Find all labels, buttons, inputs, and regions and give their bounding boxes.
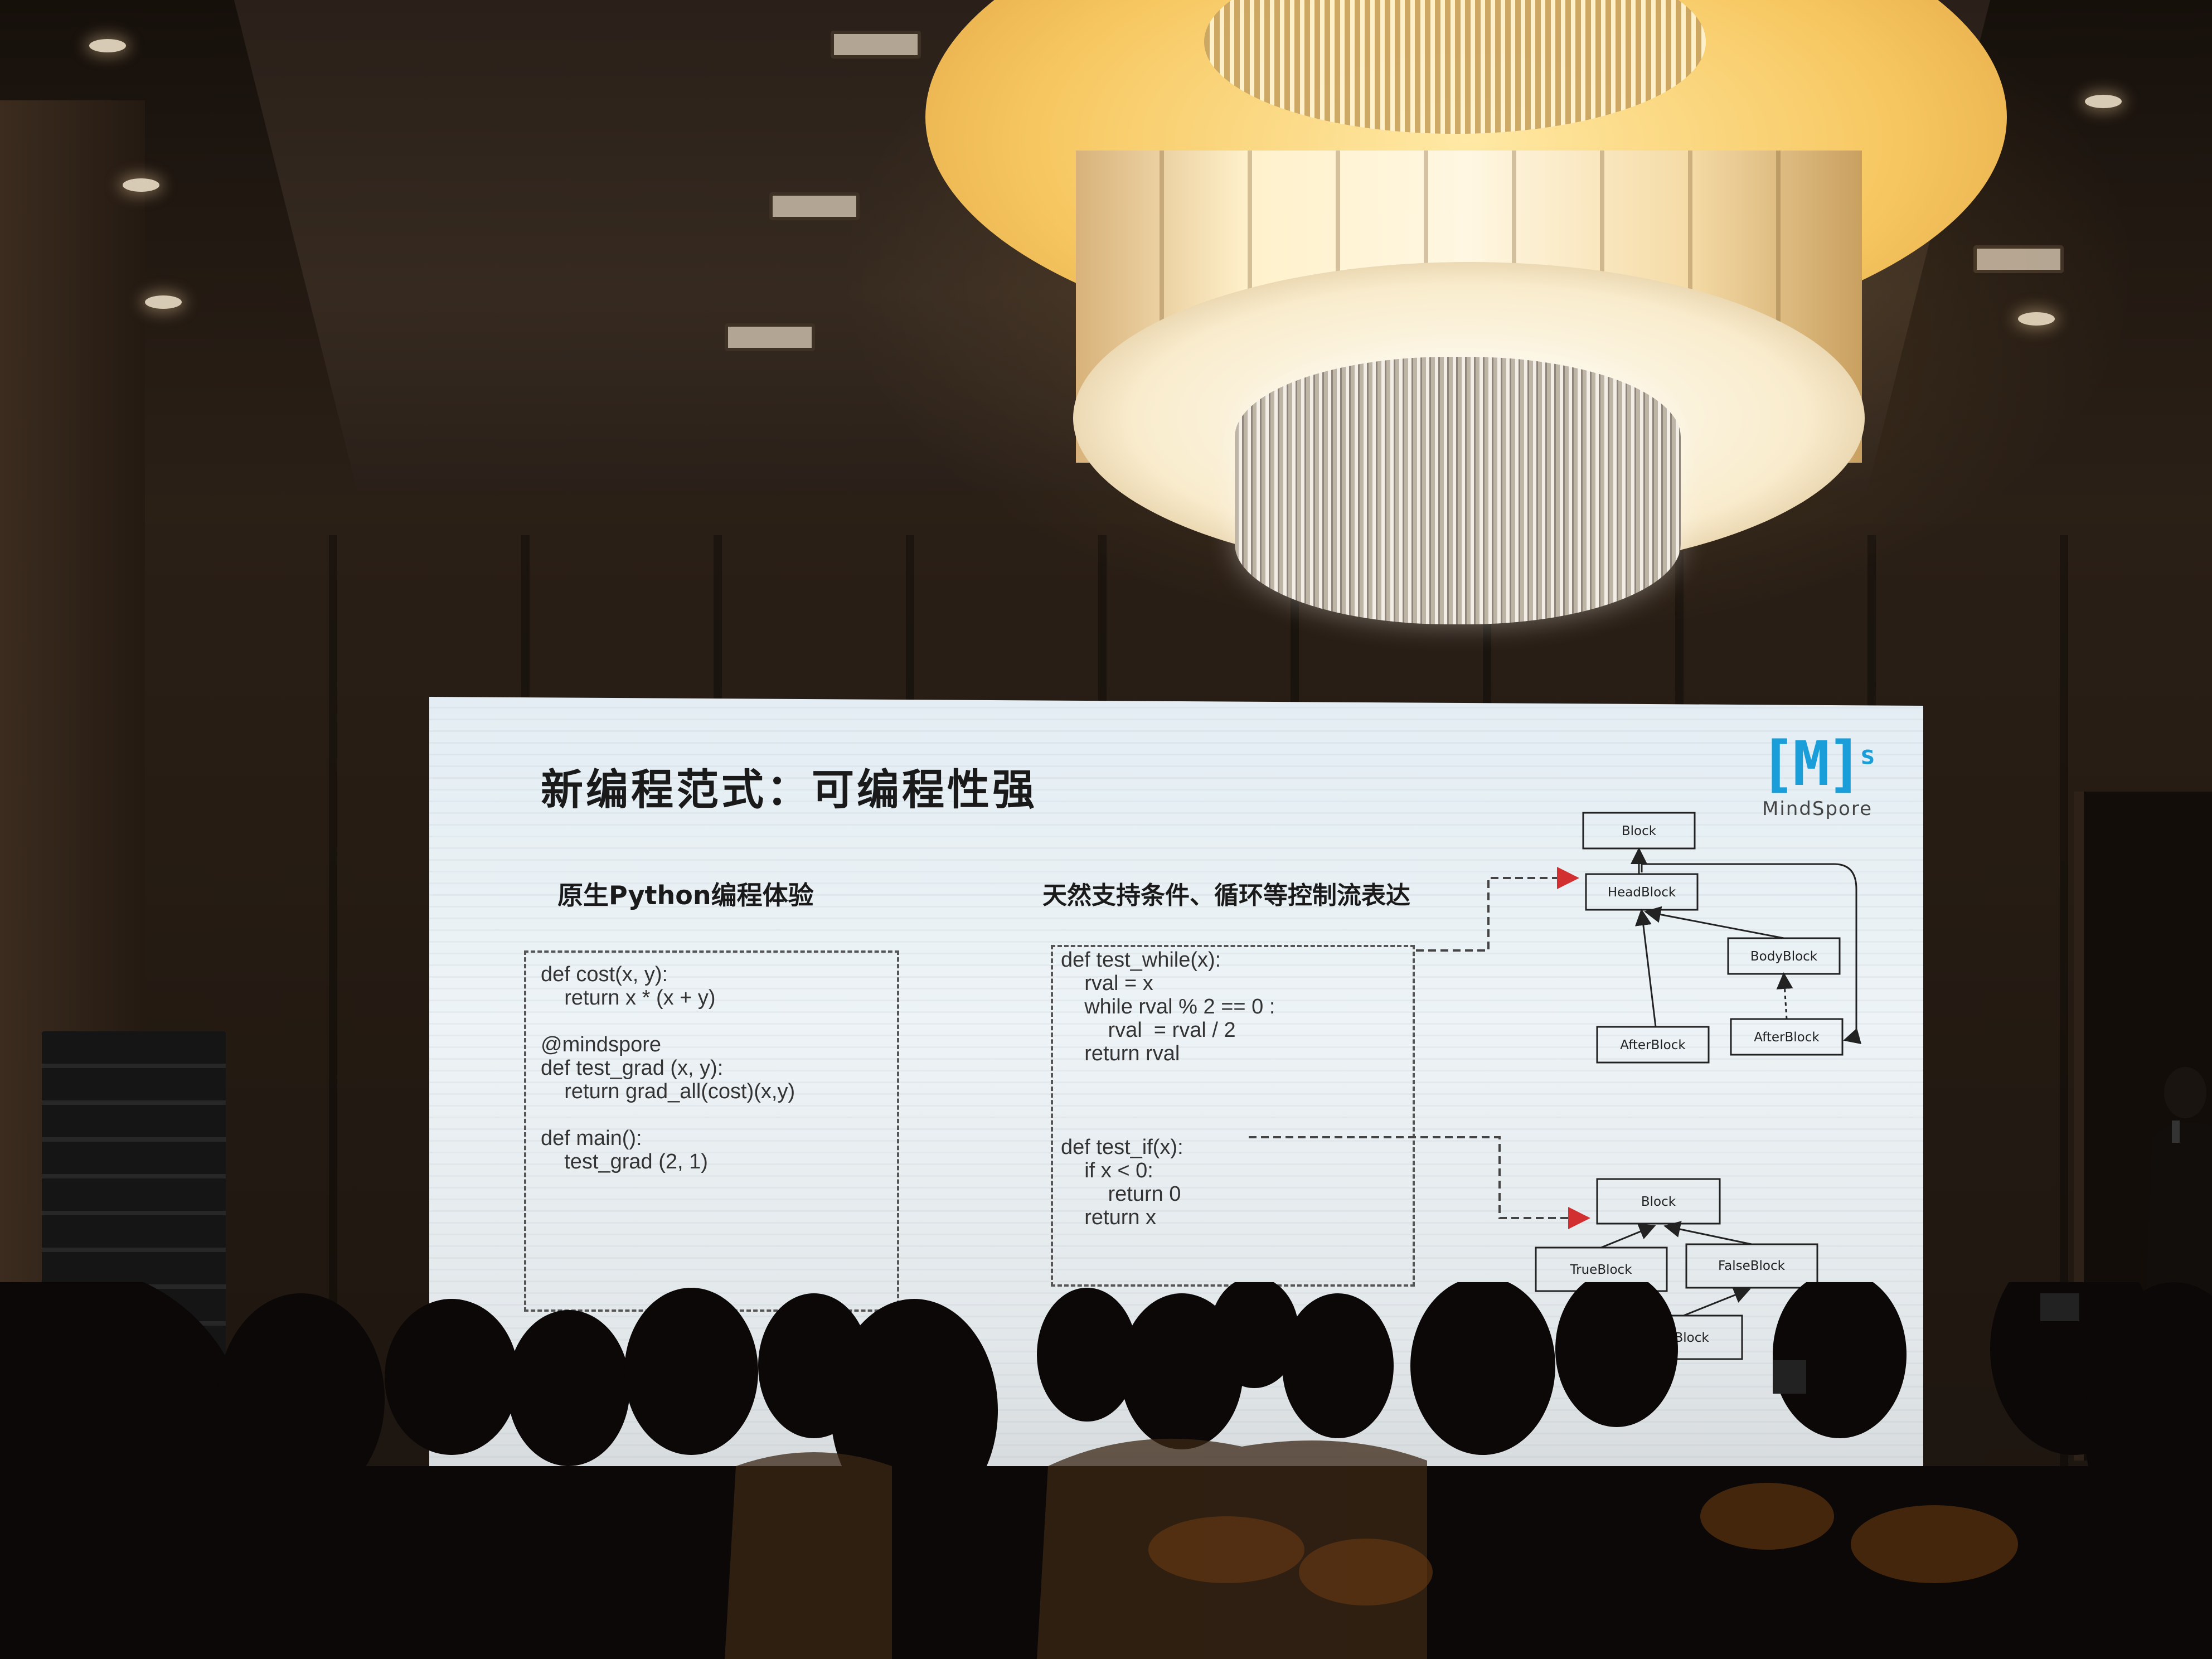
while-after-block-right: AfterBlock: [1730, 1018, 1844, 1056]
svg-text:BodyBlock: BodyBlock: [1750, 949, 1818, 964]
ceiling-downlight: [2085, 95, 2122, 108]
svg-text:TrueBlock: TrueBlock: [1569, 1263, 1632, 1277]
while-body-block: BodyBlock: [1727, 937, 1841, 975]
svg-text:AfterBlock: AfterBlock: [1620, 1038, 1686, 1052]
while-connector-arrow: [1416, 867, 1579, 952]
if-block: Block: [1596, 1178, 1721, 1225]
edge-after-to-head: [1635, 909, 1657, 1027]
while-after-block-left: AfterBlock: [1596, 1026, 1710, 1064]
edge-true-to-block: [1600, 1224, 1656, 1249]
svg-text:HeadBlock: HeadBlock: [1608, 885, 1676, 900]
while-head-block: HeadBlock: [1585, 873, 1699, 911]
svg-text:Block: Block: [1641, 1195, 1676, 1209]
if-false-block: FalseBlock: [1685, 1243, 1818, 1289]
ceiling-vent: [831, 31, 921, 59]
audience-silhouettes: [0, 1282, 2212, 1659]
ceiling-vent: [769, 192, 860, 220]
svg-text:FalseBlock: FalseBlock: [1718, 1259, 1786, 1273]
edge-false-to-block: [1663, 1221, 1752, 1245]
ceiling-downlight: [89, 39, 126, 52]
edge-after-to-body: [1776, 972, 1793, 1020]
phone-in-hand: [2040, 1293, 2079, 1321]
edge-body-to-head: [1644, 906, 1784, 939]
phone-in-hand: [1773, 1360, 1806, 1394]
while-block: Block: [1582, 812, 1696, 850]
svg-text:AfterBlock: AfterBlock: [1754, 1030, 1820, 1045]
svg-text:Block: Block: [1622, 824, 1657, 838]
if-connector-arrow: [1249, 1136, 1590, 1229]
ceiling-downlight: [123, 178, 159, 192]
presenter-silhouette: [2146, 1067, 2212, 1293]
ceiling-downlight: [145, 295, 182, 309]
ceiling-vent: [725, 323, 815, 351]
chandelier-crystal-curtain: [1235, 357, 1681, 624]
